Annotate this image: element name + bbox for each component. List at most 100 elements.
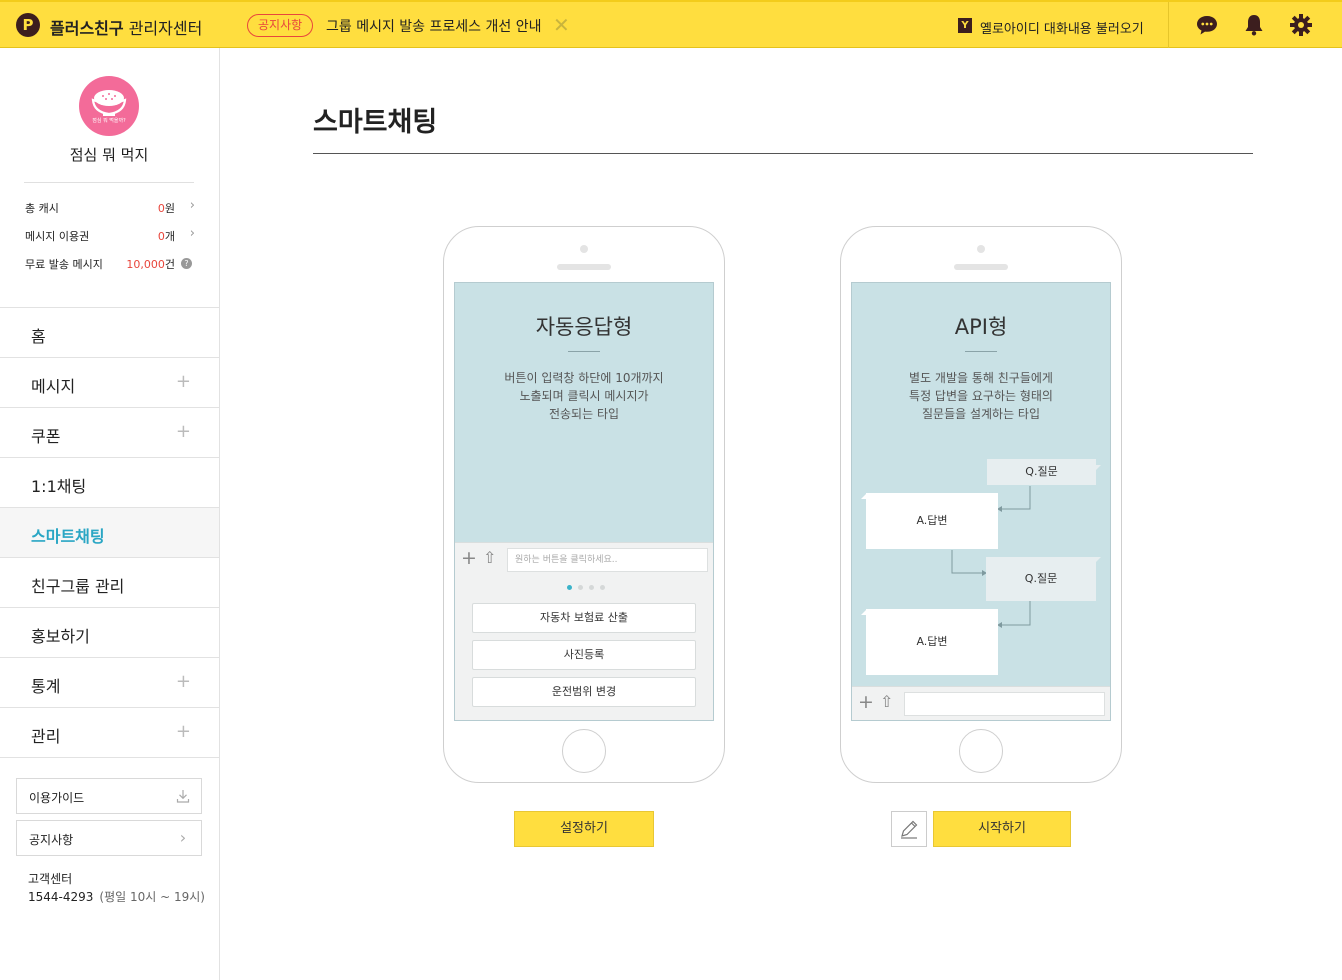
plusfriend-logo-icon[interactable]: P: [16, 13, 40, 37]
chat-input[interactable]: 원하는 버튼을 클릭하세요..: [507, 548, 708, 572]
arrow-up-icon[interactable]: ⇧: [880, 692, 893, 711]
chat-input[interactable]: [904, 692, 1105, 716]
sidebar: 점심 뭐 먹을까? 점심 뭐 먹지 총 캐시 0원 › 메시지 이용권 0개 ›…: [0, 48, 220, 980]
chevron-right-icon: ›: [179, 828, 187, 847]
rice-bowl-icon: [91, 90, 127, 116]
phone-home-button: [562, 729, 606, 773]
edit-button[interactable]: [891, 811, 927, 847]
api-screen: API형 별도 개발을 통해 친구들에게 특정 답변을 요구하는 형태의 질문들…: [851, 282, 1111, 721]
sidebar-item-label: 관리: [31, 727, 61, 746]
sidebar-item-label: 친구그룹 관리: [31, 577, 125, 596]
sidebar-item-label: 홍보하기: [31, 627, 90, 646]
notice-label: 공지사항: [29, 833, 74, 847]
stat-value: 10,000건: [126, 258, 175, 271]
phone-camera: [977, 245, 985, 253]
phone-speaker: [557, 264, 611, 270]
stat-label: 총 캐시: [25, 202, 59, 215]
profile-name: 점심 뭐 먹지: [69, 146, 149, 164]
api-phone: API형 별도 개발을 통해 친구들에게 특정 답변을 요구하는 형태의 질문들…: [840, 226, 1122, 783]
sidebar-item-message[interactable]: 메시지 +: [0, 358, 219, 408]
phone-camera: [580, 245, 588, 253]
page-title: 스마트채팅: [313, 107, 438, 138]
quick-reply-button[interactable]: 자동차 보험료 산출: [472, 603, 696, 633]
chat-input-area: + ⇧ 원하는 버튼을 클릭하세요.. 자동차 보험료 산출 사진등록 운전범위…: [455, 542, 713, 720]
answer-bubble: A.답변: [866, 493, 998, 549]
sidebar-item-manage[interactable]: 관리 +: [0, 708, 219, 758]
pencil-icon: [901, 820, 918, 839]
notice-tag: 공지사항: [247, 14, 314, 37]
help-icon[interactable]: ?: [181, 258, 192, 269]
quick-reply-button[interactable]: 운전범위 변경: [472, 677, 696, 707]
sidebar-item-chat[interactable]: 1:1채팅: [0, 458, 219, 508]
user-guide-label: 이용가이드: [29, 791, 85, 805]
stat-label: 무료 발송 메시지: [25, 258, 103, 271]
customer-center-label: 고객센터: [28, 872, 73, 886]
avatar[interactable]: 점심 뭐 먹을까?: [79, 76, 139, 136]
plus-icon[interactable]: +: [461, 547, 477, 569]
expand-plus-icon[interactable]: +: [176, 371, 191, 392]
gear-icon[interactable]: [1288, 12, 1314, 38]
sidebar-item-label: 1:1채팅: [31, 477, 87, 496]
quick-reply-button[interactable]: 사진등록: [472, 640, 696, 670]
sidebar-item-label: 메시지: [31, 377, 76, 396]
notice-button[interactable]: 공지사항 ›: [16, 820, 202, 856]
chevron-right-icon[interactable]: ›: [190, 226, 195, 241]
stat-value: 0개: [157, 230, 175, 243]
download-icon: [176, 790, 190, 803]
auto-response-screen: 자동응답형 버튼이 입력창 하단에 10개까지 노출되며 클릭시 메시지가 전송…: [454, 282, 714, 721]
chevron-right-icon[interactable]: ›: [190, 198, 195, 213]
customer-center-phone: 1544-4293: [28, 890, 94, 904]
top-bar: P 플러스친구 관리자센터 공지사항 그룹 메시지 발송 프로세스 개선 안내 …: [0, 0, 1342, 48]
profile-divider: [24, 182, 194, 183]
sidebar-item-promotion[interactable]: 홍보하기: [0, 608, 219, 658]
customer-center-hours: (평일 10시 ~ 19시): [99, 890, 205, 904]
page-dot[interactable]: [578, 585, 583, 590]
notice-close-icon[interactable]: ✕: [553, 13, 570, 37]
user-guide-button[interactable]: 이용가이드: [16, 778, 202, 814]
stat-free-messages: 무료 발송 메시지 10,000건 ?: [25, 256, 195, 272]
page-dot[interactable]: [600, 585, 605, 590]
sidebar-item-label: 홈: [31, 327, 46, 346]
stat-message-ticket[interactable]: 메시지 이용권 0개 ›: [25, 226, 195, 244]
sidebar-item-smart-chat[interactable]: 스마트채팅: [0, 508, 219, 558]
question-bubble: Q.질문: [987, 459, 1096, 485]
title-divider: [313, 153, 1253, 154]
notice-link[interactable]: 그룹 메시지 발송 프로세스 개선 안내: [326, 16, 541, 36]
setup-button[interactable]: 설정하기: [514, 811, 654, 847]
plus-icon[interactable]: +: [858, 691, 874, 713]
auto-response-phone: 자동응답형 버튼이 입력창 하단에 10개까지 노출되며 클릭시 메시지가 전송…: [443, 226, 725, 783]
sidebar-item-label: 스마트채팅: [31, 527, 105, 546]
page-dot[interactable]: [567, 585, 572, 590]
expand-plus-icon[interactable]: +: [176, 421, 191, 442]
page-indicator: [567, 585, 607, 591]
chat-bubble-icon[interactable]: [1194, 12, 1220, 38]
stat-value: 0원: [157, 202, 175, 215]
sidebar-nav: 홈 메시지 + 쿠폰 + 1:1채팅 스마트채팅 친구그룹 관리 홍보하기 통계 + …: [0, 307, 219, 758]
start-button[interactable]: 시작하기: [933, 811, 1071, 847]
answer-bubble: A.답변: [866, 609, 998, 675]
expand-plus-icon[interactable]: +: [176, 671, 191, 692]
stat-total-cash[interactable]: 총 캐시 0원 ›: [25, 198, 195, 216]
page-dot[interactable]: [589, 585, 594, 590]
sidebar-item-label: 통계: [31, 677, 61, 696]
chat-input-area: + ⇧: [852, 686, 1110, 720]
yellowid-import-link[interactable]: 옐로아이디 대화내용 불러오기: [980, 18, 1144, 37]
bell-icon[interactable]: [1241, 12, 1267, 38]
sidebar-item-statistics[interactable]: 통계 +: [0, 658, 219, 708]
phone-home-button: [959, 729, 1003, 773]
title-rule: [568, 351, 600, 352]
yellowid-icon: Y: [958, 18, 972, 33]
expand-plus-icon[interactable]: +: [176, 721, 191, 742]
topbar-divider: [1168, 2, 1169, 48]
brand-title-rest: 관리자센터: [123, 19, 203, 38]
customer-center-contact: 1544-4293 (평일 10시 ~ 19시): [28, 888, 205, 905]
auto-response-title: 자동응답형: [535, 315, 633, 339]
sidebar-item-friend-group[interactable]: 친구그룹 관리: [0, 558, 219, 608]
auto-response-desc: 버튼이 입력창 하단에 10개까지 노출되며 클릭시 메시지가 전송되는 타입: [504, 371, 664, 421]
question-bubble: Q.질문: [986, 557, 1096, 601]
brand-title[interactable]: 플러스친구 관리자센터: [50, 15, 202, 39]
sidebar-item-coupon[interactable]: 쿠폰 +: [0, 408, 219, 458]
sidebar-item-home[interactable]: 홈: [0, 308, 219, 358]
sidebar-item-label: 쿠폰: [31, 427, 61, 446]
arrow-up-icon[interactable]: ⇧: [483, 548, 496, 567]
